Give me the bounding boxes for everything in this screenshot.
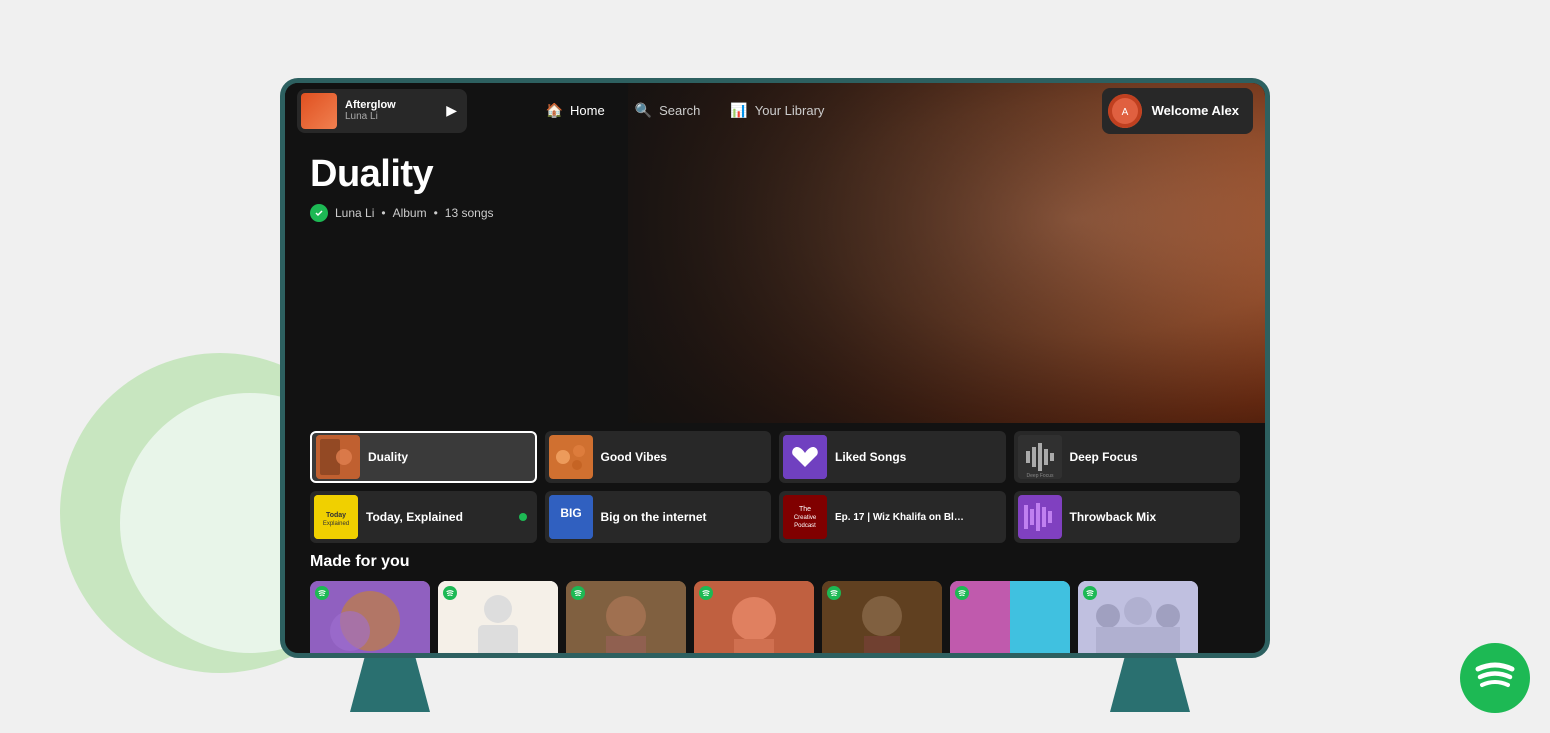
tv-stand-left — [350, 652, 430, 712]
svg-text:Deep Focus: Deep Focus — [1026, 473, 1053, 479]
card-img-release-radar: Release Radar — [438, 581, 558, 653]
nav-home[interactable]: 🏠 Home — [546, 102, 605, 119]
hero-separator: • — [381, 206, 385, 220]
now-playing-artist: Luna Li — [345, 111, 438, 122]
grid-label-likedsongs: Liked Songs — [835, 450, 906, 464]
hero-type: Album — [393, 206, 427, 220]
grid-thumb-duality — [316, 435, 360, 479]
spotify-icon-release — [443, 586, 457, 600]
hero-title: Duality — [310, 153, 494, 196]
now-playing-pill[interactable]: Afterglow Luna Li ▶ — [297, 89, 467, 133]
grid-thumb-throwback — [1018, 495, 1062, 539]
hero-song-count: 13 songs — [445, 206, 494, 220]
card-daylist[interactable]: daylist — [310, 581, 430, 653]
tv-frame: Afterglow Luna Li ▶ 🏠 Home 🔍 Search 📊 Yo… — [280, 78, 1270, 658]
hero-separator2: • — [434, 206, 438, 220]
made-for-you-section: Made for you daylist — [310, 553, 1240, 653]
nav-home-label: Home — [570, 103, 605, 118]
nav-library-label: Your Library — [755, 103, 825, 118]
nav-library[interactable]: 📊 Your Library — [730, 102, 824, 119]
grid-item-today[interactable]: Today Explained Today, Explained — [310, 491, 537, 543]
grid-item-wiz[interactable]: The Creative Podcast Ep. 17 | Wiz Khalif… — [779, 491, 1006, 543]
grid-item-likedsongs[interactable]: Liked Songs — [779, 431, 1006, 483]
quick-items-grid: Duality Good Vibes — [310, 431, 1240, 543]
grid-label-wiz: Ep. 17 | Wiz Khalifa on Blog Era Highs, … — [835, 512, 965, 523]
spotify-icon-daylist — [315, 586, 329, 600]
spotify-icon-folk — [827, 586, 841, 600]
tv-screen: Afterglow Luna Li ▶ 🏠 Home 🔍 Search 📊 Yo… — [285, 83, 1265, 653]
svg-text:Podcast: Podcast — [794, 523, 816, 529]
svg-text:The: The — [799, 506, 811, 513]
grid-item-deepfocus[interactable]: Deep Focus Deep Focus — [1014, 431, 1241, 483]
grid-label-goodvibes: Good Vibes — [601, 450, 667, 464]
hero-artist: Luna Li — [335, 206, 374, 220]
nav-search-label: Search — [659, 103, 700, 118]
tv-stand-right — [1110, 652, 1190, 712]
svg-text:BIG: BIG — [560, 506, 581, 520]
now-playing-info: Afterglow Luna Li — [345, 99, 438, 122]
card-img-daylist: daylist — [310, 581, 430, 653]
card-img-lo-blanquito: Lo Blanquiño Mix — [1078, 581, 1198, 653]
spotify-icon-discover — [955, 586, 969, 600]
svg-text:Today: Today — [326, 512, 346, 519]
card-lo-blanquito[interactable]: Lo Blanquiño Mix — [1078, 581, 1198, 653]
grid-item-bigoninternet[interactable]: BIG Big on the internet — [545, 491, 772, 543]
svg-text:A: A — [1121, 107, 1128, 118]
cards-row: daylist — [310, 581, 1240, 653]
card-img-folk-acoustic: Folk & Acoustic Mix — [822, 581, 942, 653]
nav-search[interactable]: 🔍 Search — [635, 102, 701, 119]
svg-text:Explained: Explained — [323, 521, 349, 527]
card-img-funk-mix: Funk Mix — [694, 581, 814, 653]
play-button[interactable]: ▶ — [446, 102, 457, 119]
new-episode-dot — [519, 513, 527, 521]
grid-item-duality[interactable]: Duality — [310, 431, 537, 483]
spotify-icon-lo-blanquito — [1083, 586, 1097, 600]
user-name-label: Welcome Alex — [1152, 103, 1239, 118]
grid-thumb-today: Today Explained — [314, 495, 358, 539]
card-release-radar[interactable]: Release Radar — [438, 581, 558, 653]
nav-center: 🏠 Home 🔍 Search 📊 Your Library — [546, 102, 825, 119]
grid-label-duality: Duality — [368, 450, 408, 464]
svg-text:Creative: Creative — [794, 515, 817, 521]
library-icon: 📊 — [730, 102, 747, 119]
card-img-discover-weekly: Discover Weekly — [950, 581, 1070, 653]
hero-content: Duality Luna Li • Album • 13 songs — [310, 153, 494, 222]
card-funk-mix[interactable]: Funk Mix — [694, 581, 814, 653]
grid-thumb-deepfocus: Deep Focus — [1018, 435, 1062, 479]
grid-thumb-wiz: The Creative Podcast — [783, 495, 827, 539]
card-discover-weekly[interactable]: Discover Weekly — [950, 581, 1070, 653]
spotify-icon-indie — [571, 586, 585, 600]
grid-label-deepfocus: Deep Focus — [1070, 450, 1138, 464]
hero-meta: Luna Li • Album • 13 songs — [310, 204, 494, 222]
grid-item-goodvibes[interactable]: Good Vibes — [545, 431, 772, 483]
home-icon: 🏠 — [546, 102, 563, 119]
spotify-verified-icon — [310, 204, 328, 222]
grid-label-today: Today, Explained — [366, 510, 463, 524]
card-folk-acoustic[interactable]: Folk & Acoustic Mix — [822, 581, 942, 653]
search-icon: 🔍 — [635, 102, 652, 119]
card-img-indie-mix: Indie Mix — [566, 581, 686, 653]
grid-thumb-bigoninternet: BIG — [549, 495, 593, 539]
now-playing-thumbnail — [301, 93, 337, 129]
now-playing-title: Afterglow — [345, 99, 438, 111]
spotify-logo — [1460, 643, 1530, 713]
section-title-made-for-you: Made for you — [310, 553, 1240, 571]
grid-thumb-goodvibes — [549, 435, 593, 479]
grid-item-throwback[interactable]: Throwback Mix — [1014, 491, 1241, 543]
grid-label-bigoninternet: Big on the internet — [601, 510, 707, 524]
topbar: Afterglow Luna Li ▶ 🏠 Home 🔍 Search 📊 Yo… — [285, 83, 1265, 138]
grid-thumb-likedsongs — [783, 435, 827, 479]
user-avatar: A — [1108, 94, 1142, 128]
grid-label-throwback: Throwback Mix — [1070, 510, 1157, 524]
user-pill[interactable]: A Welcome Alex — [1102, 88, 1253, 134]
card-indie-mix[interactable]: Indie Mix — [566, 581, 686, 653]
spotify-icon-funk — [699, 586, 713, 600]
